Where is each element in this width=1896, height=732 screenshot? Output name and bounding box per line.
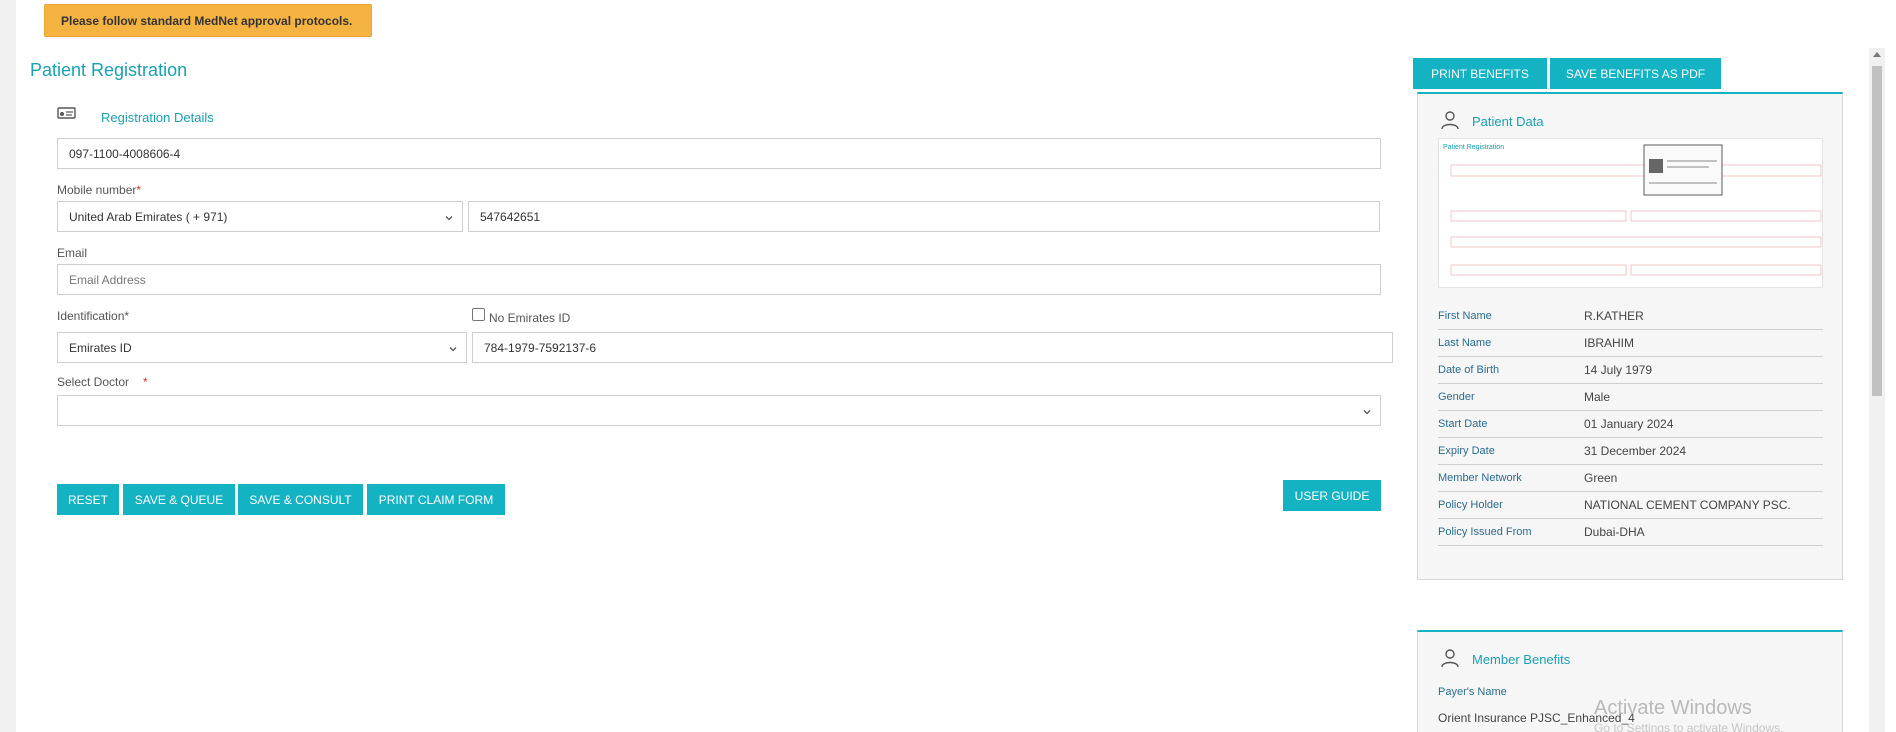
mobile-number-input[interactable]: 547642651 — [468, 201, 1380, 232]
page-scrollbar[interactable] — [1869, 48, 1885, 732]
user-icon — [1440, 110, 1460, 133]
member-benefits-title: Member Benefits — [1472, 652, 1571, 667]
identification-type-value: Emirates ID — [69, 340, 132, 355]
no-emirates-id-checkbox[interactable] — [472, 308, 485, 321]
email-placeholder: Email Address — [69, 272, 146, 287]
patient-data-panel: Patient Data Patient Registration First … — [1417, 92, 1843, 580]
approval-banner: Please follow standard MedNet approval p… — [44, 4, 372, 37]
banner-text: Please follow standard MedNet approval p… — [61, 13, 353, 28]
chevron-down-icon — [448, 343, 458, 353]
required-marker: * — [143, 375, 148, 389]
identification-number-input[interactable]: 784-1979-7592137-6 — [472, 332, 1393, 363]
reset-button[interactable]: RESET — [57, 484, 119, 515]
registration-sample-thumbnail: Patient Registration — [1438, 138, 1823, 288]
chevron-down-icon — [444, 212, 454, 222]
member-benefits-header: Member Benefits — [1440, 648, 1570, 671]
patient-row: Date of Birth 14 July 1979 — [1438, 357, 1823, 384]
no-emirates-id-label: No Emirates ID — [489, 311, 571, 325]
patient-row: Policy Holder NATIONAL CEMENT COMPANY PS… — [1438, 492, 1823, 519]
patient-row: Start Date 01 January 2024 — [1438, 411, 1823, 438]
identification-number-value: 784-1979-7592137-6 — [484, 340, 597, 355]
scrollbar-thumb[interactable] — [1872, 66, 1882, 396]
user-icon — [1440, 648, 1460, 671]
mobile-number-value: 547642651 — [480, 209, 541, 224]
patient-row: Member Network Green — [1438, 465, 1823, 492]
country-code-value: United Arab Emirates ( + 971) — [69, 209, 228, 224]
patient-data-header: Patient Data — [1440, 110, 1544, 133]
id-card-icon — [57, 106, 77, 120]
print-claim-form-button[interactable]: PRINT CLAIM FORM — [367, 484, 505, 515]
left-gutter — [0, 0, 16, 732]
email-input[interactable]: Email Address — [57, 264, 1381, 295]
registration-details-label: Registration Details — [101, 110, 214, 125]
svg-text:Patient Registration: Patient Registration — [1443, 144, 1504, 151]
patient-data-title: Patient Data — [1472, 114, 1544, 129]
patient-row: Gender Male — [1438, 384, 1823, 411]
select-doctor-dropdown[interactable] — [57, 395, 1381, 426]
patient-row: Policy Issued From Dubai-DHA — [1438, 519, 1823, 546]
select-doctor-label: Select Doctor * — [57, 375, 148, 389]
country-code-select[interactable]: United Arab Emirates ( + 971) — [57, 201, 463, 232]
payer-name-label: Payer's Name — [1438, 686, 1507, 698]
email-label: Email — [57, 246, 88, 260]
card-number-value: 097-1100-4008606-4 — [69, 146, 181, 161]
mobile-number-label: Mobile number* — [57, 183, 142, 197]
scroll-up-arrow-icon[interactable] — [1873, 52, 1881, 57]
page-title: Patient Registration — [30, 60, 188, 80]
activate-windows-watermark: Activate Windows — [1594, 697, 1752, 719]
registration-details-header: Registration Details — [57, 106, 214, 125]
patient-row: Last Name IBRAHIM — [1438, 330, 1823, 357]
card-number-input[interactable]: 097-1100-4008606-4 — [57, 138, 1381, 169]
patient-row: First Name R.KATHER — [1438, 303, 1823, 330]
activate-windows-subtext: Go to Settings to activate Windows. — [1594, 721, 1784, 732]
save-queue-button[interactable]: SAVE & QUEUE — [123, 484, 235, 515]
print-benefits-button[interactable]: PRINT BENEFITS — [1413, 58, 1547, 89]
save-consult-button[interactable]: SAVE & CONSULT — [238, 484, 363, 515]
chevron-down-icon — [1362, 406, 1372, 416]
required-marker: * — [136, 183, 142, 197]
user-guide-button[interactable]: USER GUIDE — [1283, 480, 1381, 511]
identification-label: Identification* — [57, 309, 130, 323]
save-benefits-pdf-button[interactable]: SAVE BENEFITS AS PDF — [1550, 58, 1721, 89]
patient-row: Expiry Date 31 December 2024 — [1438, 438, 1823, 465]
identification-type-select[interactable]: Emirates ID — [57, 332, 467, 363]
